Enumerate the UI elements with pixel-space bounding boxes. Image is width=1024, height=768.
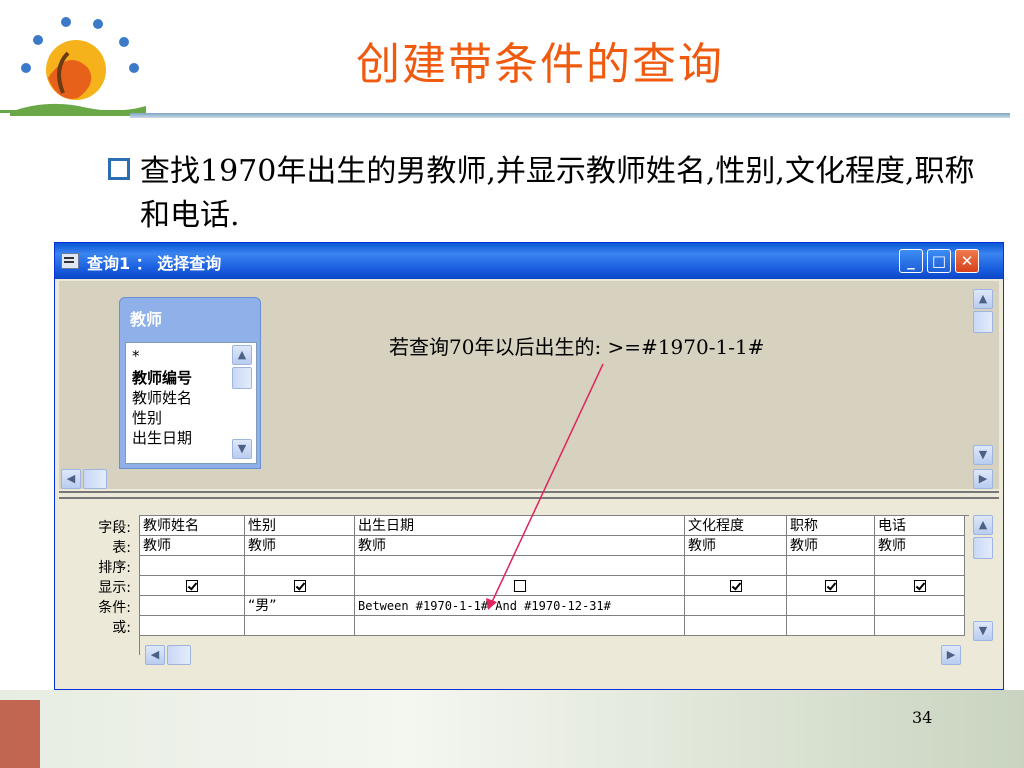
close-button[interactable]: ✕: [955, 249, 979, 273]
grid-show-cell[interactable]: [685, 576, 787, 596]
query-icon: [61, 253, 79, 269]
footer-decoration-left: [0, 700, 40, 768]
grid-sort-cell[interactable]: [685, 556, 787, 576]
grid-field-cell[interactable]: 教师姓名: [140, 516, 245, 536]
grid-criteria-cell[interactable]: [685, 596, 787, 616]
grid-table-cell[interactable]: 教师: [787, 536, 875, 556]
field-list-scrollbar[interactable]: ▲ ▼: [232, 345, 254, 461]
field-item[interactable]: 教师姓名: [132, 387, 192, 408]
show-checkbox[interactable]: [513, 580, 526, 592]
scroll-up-icon[interactable]: ▲: [232, 345, 252, 365]
scroll-right-icon[interactable]: ▶: [973, 469, 993, 489]
annotation-note: 若查询70年以后出生的: >=#1970-1-1#: [389, 335, 765, 359]
grid-criteria-cell[interactable]: [140, 596, 245, 616]
grid-show-cell[interactable]: [787, 576, 875, 596]
grid-table-cell[interactable]: 教师: [140, 536, 245, 556]
table-pane: 教师 * 教师编号 教师姓名 性别 出生日期 ▲ ▼ 若查询70年以后出生的: …: [59, 281, 999, 489]
scroll-down-icon[interactable]: ▼: [973, 621, 993, 641]
scroll-thumb[interactable]: [973, 537, 993, 559]
grid-criteria-cell[interactable]: “男”: [245, 596, 355, 616]
row-label-show: 显示:: [98, 580, 131, 596]
window-title: 查询1 ： 选择查询: [87, 254, 222, 273]
minimize-button[interactable]: _: [899, 249, 923, 273]
scroll-right-icon[interactable]: ▶: [941, 645, 961, 665]
grid-show-cell[interactable]: [355, 576, 685, 596]
grid-table-cell[interactable]: 教师: [875, 536, 965, 556]
title-underline-green: [0, 110, 140, 113]
grid-sort-cell[interactable]: [140, 556, 245, 576]
grid-field-cell[interactable]: 文化程度: [685, 516, 787, 536]
row-label-field: 字段:: [98, 520, 131, 536]
row-label-criteria: 条件:: [98, 600, 131, 616]
row-label-or: 或:: [112, 620, 131, 636]
scroll-left-icon[interactable]: ◀: [61, 469, 81, 489]
grid-sort-cell[interactable]: [875, 556, 965, 576]
show-checkbox[interactable]: [729, 580, 742, 592]
grid-show-cell[interactable]: [140, 576, 245, 596]
field-list[interactable]: * 教师编号 教师姓名 性别 出生日期 ▲ ▼: [125, 342, 257, 464]
field-item[interactable]: 性别: [132, 407, 162, 428]
scroll-thumb[interactable]: [83, 469, 107, 489]
show-checkbox[interactable]: [824, 580, 837, 592]
scroll-down-icon[interactable]: ▼: [232, 439, 252, 459]
grid-show-cell[interactable]: [875, 576, 965, 596]
grid-field-cell[interactable]: 职称: [787, 516, 875, 536]
grid-table-cell[interactable]: 教师: [355, 536, 685, 556]
grid-table-cell[interactable]: 教师: [245, 536, 355, 556]
grid-criteria-cell[interactable]: [787, 596, 875, 616]
grid-or-cell[interactable]: [875, 616, 965, 636]
grid-show-cell[interactable]: [245, 576, 355, 596]
grid-criteria-cell[interactable]: [875, 596, 965, 616]
row-label-table: 表:: [112, 540, 131, 556]
grid-field-cell[interactable]: 性别: [245, 516, 355, 536]
grid-field-cell[interactable]: 电话: [875, 516, 965, 536]
title-underline: [130, 113, 1010, 118]
grid-sort-cell[interactable]: [245, 556, 355, 576]
window-titlebar[interactable]: 查询1 ： 选择查询 _ □ ✕: [55, 243, 1003, 279]
table-name: 教师: [130, 310, 163, 329]
scroll-thumb[interactable]: [167, 645, 191, 665]
footer-decoration: [0, 690, 1024, 768]
scroll-left-icon[interactable]: ◀: [145, 645, 165, 665]
grid-sort-cell[interactable]: [787, 556, 875, 576]
grid-field-cell[interactable]: 出生日期: [355, 516, 685, 536]
show-checkbox[interactable]: [913, 580, 926, 592]
scroll-up-icon[interactable]: ▲: [973, 515, 993, 535]
design-grid-pane: 字段: 表: 排序: 显示: 条件: 或: 教师姓名 教师 性别 教师 “男” …: [59, 501, 999, 687]
grid-criteria-cell[interactable]: Between #1970-1-1# And #1970-12-31#: [355, 596, 685, 616]
slide-title: 创建带条件的查询: [356, 39, 724, 90]
maximize-button[interactable]: □: [927, 249, 951, 273]
grid-or-cell[interactable]: [787, 616, 875, 636]
field-item[interactable]: 教师编号: [132, 367, 192, 388]
course-logo: [10, 17, 146, 116]
scroll-down-icon[interactable]: ▼: [973, 445, 993, 465]
pane-splitter[interactable]: [59, 491, 999, 499]
bullet-square-icon: [108, 158, 130, 180]
show-checkbox[interactable]: [293, 580, 306, 592]
query-design-window: 查询1 ： 选择查询 _ □ ✕ 教师 * 教师编号 教师姓名 性别 出生日期 …: [55, 243, 1003, 689]
page-number: 34: [912, 708, 933, 727]
show-checkbox[interactable]: [186, 580, 198, 592]
field-item[interactable]: *: [132, 347, 140, 365]
grid-or-cell[interactable]: [245, 616, 355, 636]
scroll-thumb[interactable]: [973, 311, 993, 333]
row-label-sort: 排序:: [98, 560, 131, 576]
bullet-text: 查找1970年出生的男教师,并显示教师姓名,性别,文化程度,职称和电话.: [140, 154, 975, 233]
scroll-up-icon[interactable]: ▲: [973, 289, 993, 309]
grid-sort-cell[interactable]: [355, 556, 685, 576]
table-field-list[interactable]: 教师 * 教师编号 教师姓名 性别 出生日期 ▲ ▼: [119, 297, 261, 469]
grid-or-cell[interactable]: [140, 616, 245, 636]
grid-or-cell[interactable]: [685, 616, 787, 636]
scroll-thumb[interactable]: [232, 367, 252, 389]
grid-table-cell[interactable]: 教师: [685, 536, 787, 556]
field-item[interactable]: 出生日期: [132, 427, 192, 448]
grid-or-cell[interactable]: [355, 616, 685, 636]
